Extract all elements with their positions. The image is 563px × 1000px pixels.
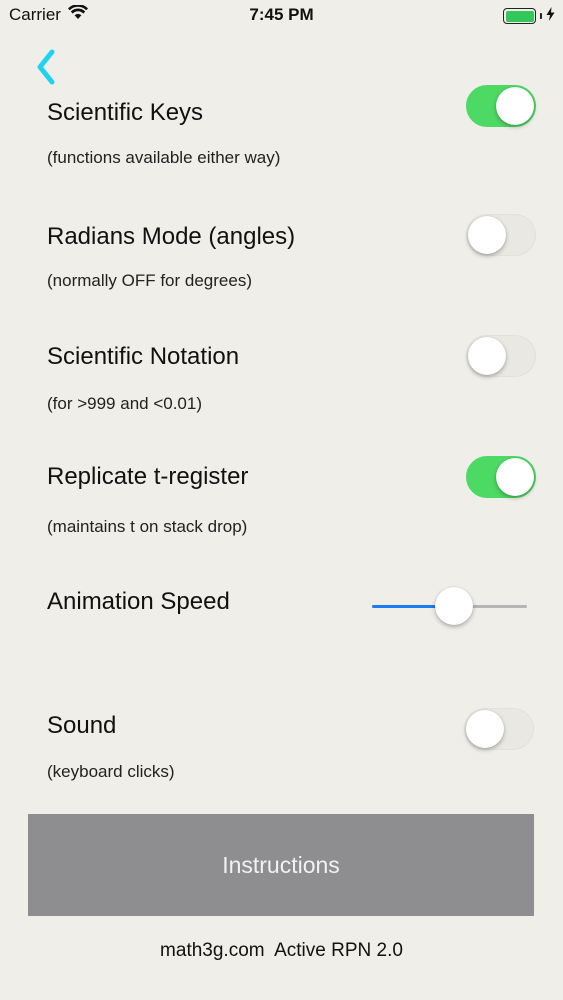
battery-icon	[503, 8, 536, 24]
toggle-knob	[496, 458, 534, 496]
scientific-keys-subtitle: (functions available either way)	[47, 148, 281, 167]
scientific-keys-label: Scientific Keys	[47, 99, 204, 126]
replicate-t-register-subtitle: (maintains t on stack drop)	[47, 517, 248, 536]
animation-speed-label: Animation Speed	[47, 588, 230, 615]
toggle-knob	[496, 87, 534, 125]
replicate-t-register-toggle[interactable]	[466, 456, 536, 498]
toggle-knob	[468, 216, 506, 254]
sound-subtitle: (keyboard clicks)	[47, 762, 175, 781]
instructions-button[interactable]: Instructions	[28, 814, 534, 916]
status-time: 7:45 PM	[249, 5, 314, 24]
battery-nub	[540, 13, 542, 19]
scientific-notation-subtitle: (for >999 and <0.01)	[47, 394, 203, 413]
slider-thumb[interactable]	[435, 587, 474, 625]
radians-mode-label: Radians Mode (angles)	[47, 223, 296, 250]
charging-bolt-icon	[546, 6, 555, 26]
sound-toggle[interactable]	[464, 708, 534, 750]
battery-fill	[505, 10, 534, 22]
footer-text: math3g.com Active RPN 2.0	[160, 940, 403, 961]
replicate-t-register-label: Replicate t-register	[47, 463, 249, 490]
animation-speed-slider[interactable]	[372, 586, 527, 626]
chevron-left-icon	[37, 49, 55, 85]
back-button[interactable]	[32, 48, 62, 88]
status-right	[503, 6, 555, 26]
scientific-notation-label: Scientific Notation	[47, 343, 240, 370]
status-bar: Carrier 7:45 PM	[0, 0, 563, 30]
radians-mode-toggle[interactable]	[466, 214, 536, 256]
toggle-knob	[466, 710, 504, 748]
toggle-knob	[468, 337, 506, 375]
scientific-keys-toggle[interactable]	[466, 85, 536, 127]
sound-label: Sound	[47, 712, 117, 739]
radians-mode-subtitle: (normally OFF for degrees)	[47, 271, 252, 290]
scientific-notation-toggle[interactable]	[466, 335, 536, 377]
